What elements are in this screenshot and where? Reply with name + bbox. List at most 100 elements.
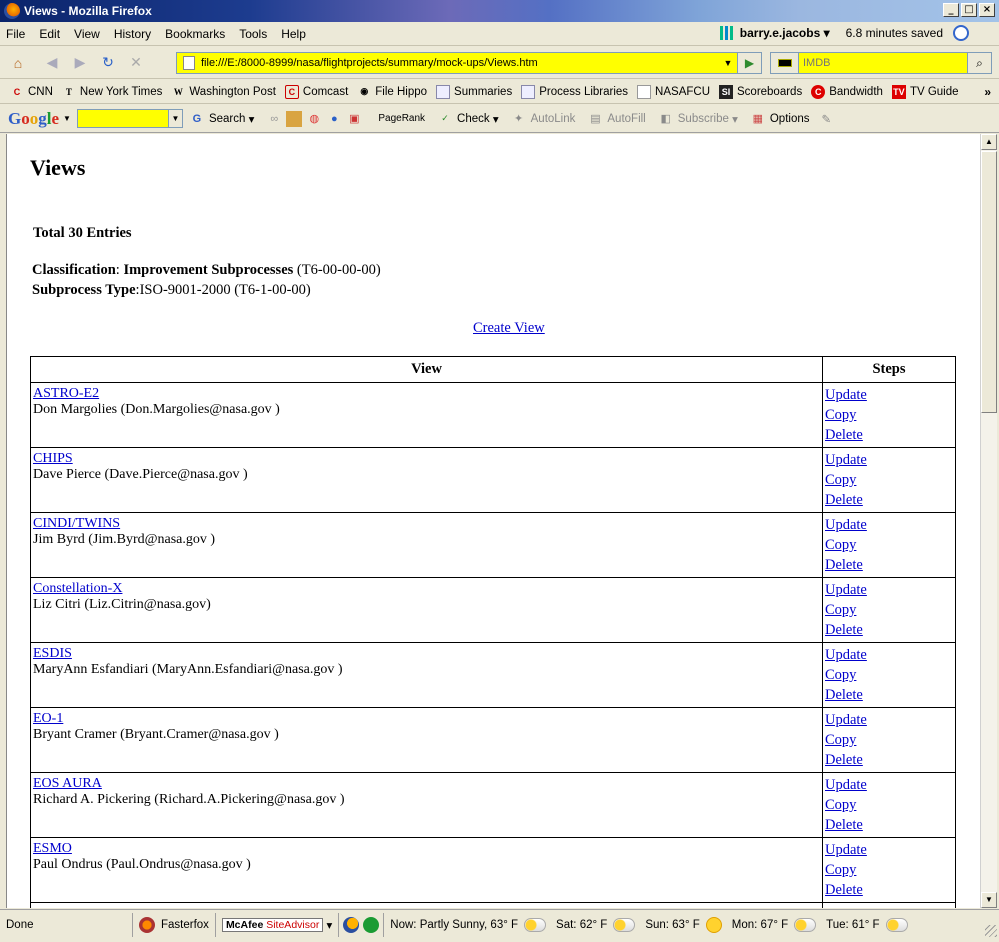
update-link[interactable]: Update [825, 515, 953, 535]
bookmark-tv-guide[interactable]: TV TV Guide [891, 84, 959, 99]
menu-bookmarks[interactable]: Bookmarks [165, 27, 225, 41]
copy-link[interactable]: Copy [825, 600, 953, 620]
clock-icon[interactable] [953, 25, 969, 41]
delete-link[interactable]: Delete [825, 815, 953, 835]
green-status-icon[interactable] [363, 916, 380, 933]
update-link[interactable]: Update [825, 775, 953, 795]
mcafee-siteadvisor[interactable]: McAfee SiteAdvisor ▾ [216, 912, 340, 937]
update-link[interactable]: Update [825, 710, 953, 730]
delete-link[interactable]: Delete [825, 555, 953, 575]
google-search-input[interactable]: ▼ [76, 109, 183, 128]
delete-link[interactable]: Delete [825, 425, 953, 445]
close-button[interactable]: × [979, 3, 995, 17]
menu-help[interactable]: Help [281, 27, 306, 41]
view-link[interactable]: FUSE [33, 906, 820, 908]
options-button[interactable]: ▦ Options [750, 111, 810, 127]
update-link[interactable]: Update [825, 905, 953, 908]
google-logo[interactable]: Google [8, 109, 59, 129]
delete-link[interactable]: Delete [825, 490, 953, 510]
url-dropdown-icon[interactable]: ▼ [721, 53, 735, 73]
user-menu[interactable]: barry.e.jacobs ▾ [719, 26, 830, 40]
delete-link[interactable]: Delete [825, 685, 953, 705]
search-input[interactable] [799, 53, 959, 73]
resize-grip[interactable] [985, 925, 997, 937]
stop-icon[interactable]: ✕ [126, 53, 146, 73]
copy-link[interactable]: Copy [825, 860, 953, 880]
view-link[interactable]: ESMO [33, 841, 820, 856]
url-bar[interactable]: file:///E:/8000-8999/nasa/flightprojects… [176, 52, 762, 74]
fasterfox-button[interactable]: Fasterfox [133, 912, 216, 937]
view-link[interactable]: EOS AURA [33, 776, 820, 791]
copy-link[interactable]: Copy [825, 470, 953, 490]
menu-view[interactable]: View [74, 27, 100, 41]
delete-link[interactable]: Delete [825, 620, 953, 640]
back-icon[interactable]: ◀ [42, 53, 62, 73]
update-link[interactable]: Update [825, 385, 953, 405]
title-bar: Views - Mozilla Firefox _ □ × [0, 0, 999, 22]
menu-tools[interactable]: Tools [239, 27, 267, 41]
minimize-button[interactable]: _ [943, 3, 959, 17]
bookmark-nasafcu[interactable]: NASAFCU [637, 84, 710, 99]
menu-edit[interactable]: Edit [39, 27, 60, 41]
scroll-up-icon[interactable]: ▲ [981, 134, 997, 150]
bookmark-file-hippo[interactable]: ◉ File Hippo [357, 85, 427, 99]
maximize-button[interactable]: □ [961, 3, 977, 17]
more-bookmarks-icon[interactable]: » [984, 85, 991, 99]
google-extra-tools[interactable]: ∞ ◍ ● ▣ [266, 110, 366, 127]
forward-icon[interactable]: ▶ [70, 53, 90, 73]
copy-link[interactable]: Copy [825, 535, 953, 555]
weather-mon[interactable]: Mon: 67° F [732, 917, 817, 932]
view-link[interactable]: CINDI/TWINS [33, 516, 820, 531]
weather-sun[interactable]: Sun: 63° F [645, 916, 722, 933]
reload-icon[interactable]: ↻ [98, 53, 118, 73]
pencil-icon[interactable]: ✎ [822, 112, 832, 126]
bookmark-washington-post[interactable]: W Washington Post [171, 85, 276, 99]
menu-file[interactable]: File [6, 27, 25, 41]
scroll-thumb[interactable] [981, 151, 997, 413]
copy-link[interactable]: Copy [825, 730, 953, 750]
update-link[interactable]: Update [825, 840, 953, 860]
chevron-down-icon[interactable]: ▼ [167, 110, 182, 127]
create-view-link[interactable]: Create View [473, 320, 545, 337]
copy-link[interactable]: Copy [825, 795, 953, 815]
weather-sat[interactable]: Sat: 62° F [556, 917, 636, 932]
view-link[interactable]: Constellation-X [33, 581, 820, 596]
bookmark-scoreboards[interactable]: SI Scoreboards [719, 84, 802, 99]
autolink-button[interactable]: ✦ AutoLink [511, 111, 575, 127]
vertical-scrollbar[interactable]: ▲ ▼ [980, 134, 997, 908]
delete-link[interactable]: Delete [825, 750, 953, 770]
spell-check-button[interactable]: ✓ Check ▾ [437, 111, 498, 127]
subscribe-button[interactable]: ◧ Subscribe ▾ [658, 111, 738, 127]
update-link[interactable]: Update [825, 580, 953, 600]
chevron-down-icon[interactable]: ▼ [63, 114, 71, 123]
partly-sunny-icon [524, 917, 547, 932]
home-icon[interactable]: ⌂ [8, 53, 28, 73]
search-engine-icon[interactable] [771, 53, 799, 73]
bookmark-bandwidth[interactable]: C Bandwidth [811, 84, 883, 99]
bookmark-summaries[interactable]: Summaries [436, 84, 512, 99]
weather-tue[interactable]: Tue: 61° F [826, 917, 908, 932]
copy-link[interactable]: Copy [825, 665, 953, 685]
go-button[interactable]: ▶ [737, 53, 761, 73]
google-search-button[interactable]: G Search ▾ [189, 111, 255, 127]
firefox-status-icon[interactable] [343, 916, 360, 933]
view-link[interactable]: EO-1 [33, 711, 820, 726]
tv-guide-icon: TV [891, 84, 906, 99]
delete-link[interactable]: Delete [825, 880, 953, 900]
search-icon[interactable]: ⌕ [967, 53, 991, 73]
bookmark-comcast[interactable]: C Comcast [284, 84, 348, 99]
view-link[interactable]: ESDIS [33, 646, 820, 661]
copy-link[interactable]: Copy [825, 405, 953, 425]
partly-sunny-icon [794, 917, 817, 932]
view-link[interactable]: CHIPS [33, 451, 820, 466]
autofill-button[interactable]: ▤ AutoFill [587, 111, 646, 127]
view-link[interactable]: ASTRO-E2 [33, 386, 820, 401]
weather-now[interactable]: Now: Partly Sunny, 63° F [390, 917, 547, 932]
menu-history[interactable]: History [114, 27, 151, 41]
update-link[interactable]: Update [825, 450, 953, 470]
bookmark-nyt[interactable]: T New York Times [62, 85, 162, 99]
update-link[interactable]: Update [825, 645, 953, 665]
scroll-down-icon[interactable]: ▼ [981, 892, 997, 908]
bookmark-cnn[interactable]: C CNN [10, 85, 53, 99]
bookmark-process-libraries[interactable]: Process Libraries [521, 84, 628, 99]
